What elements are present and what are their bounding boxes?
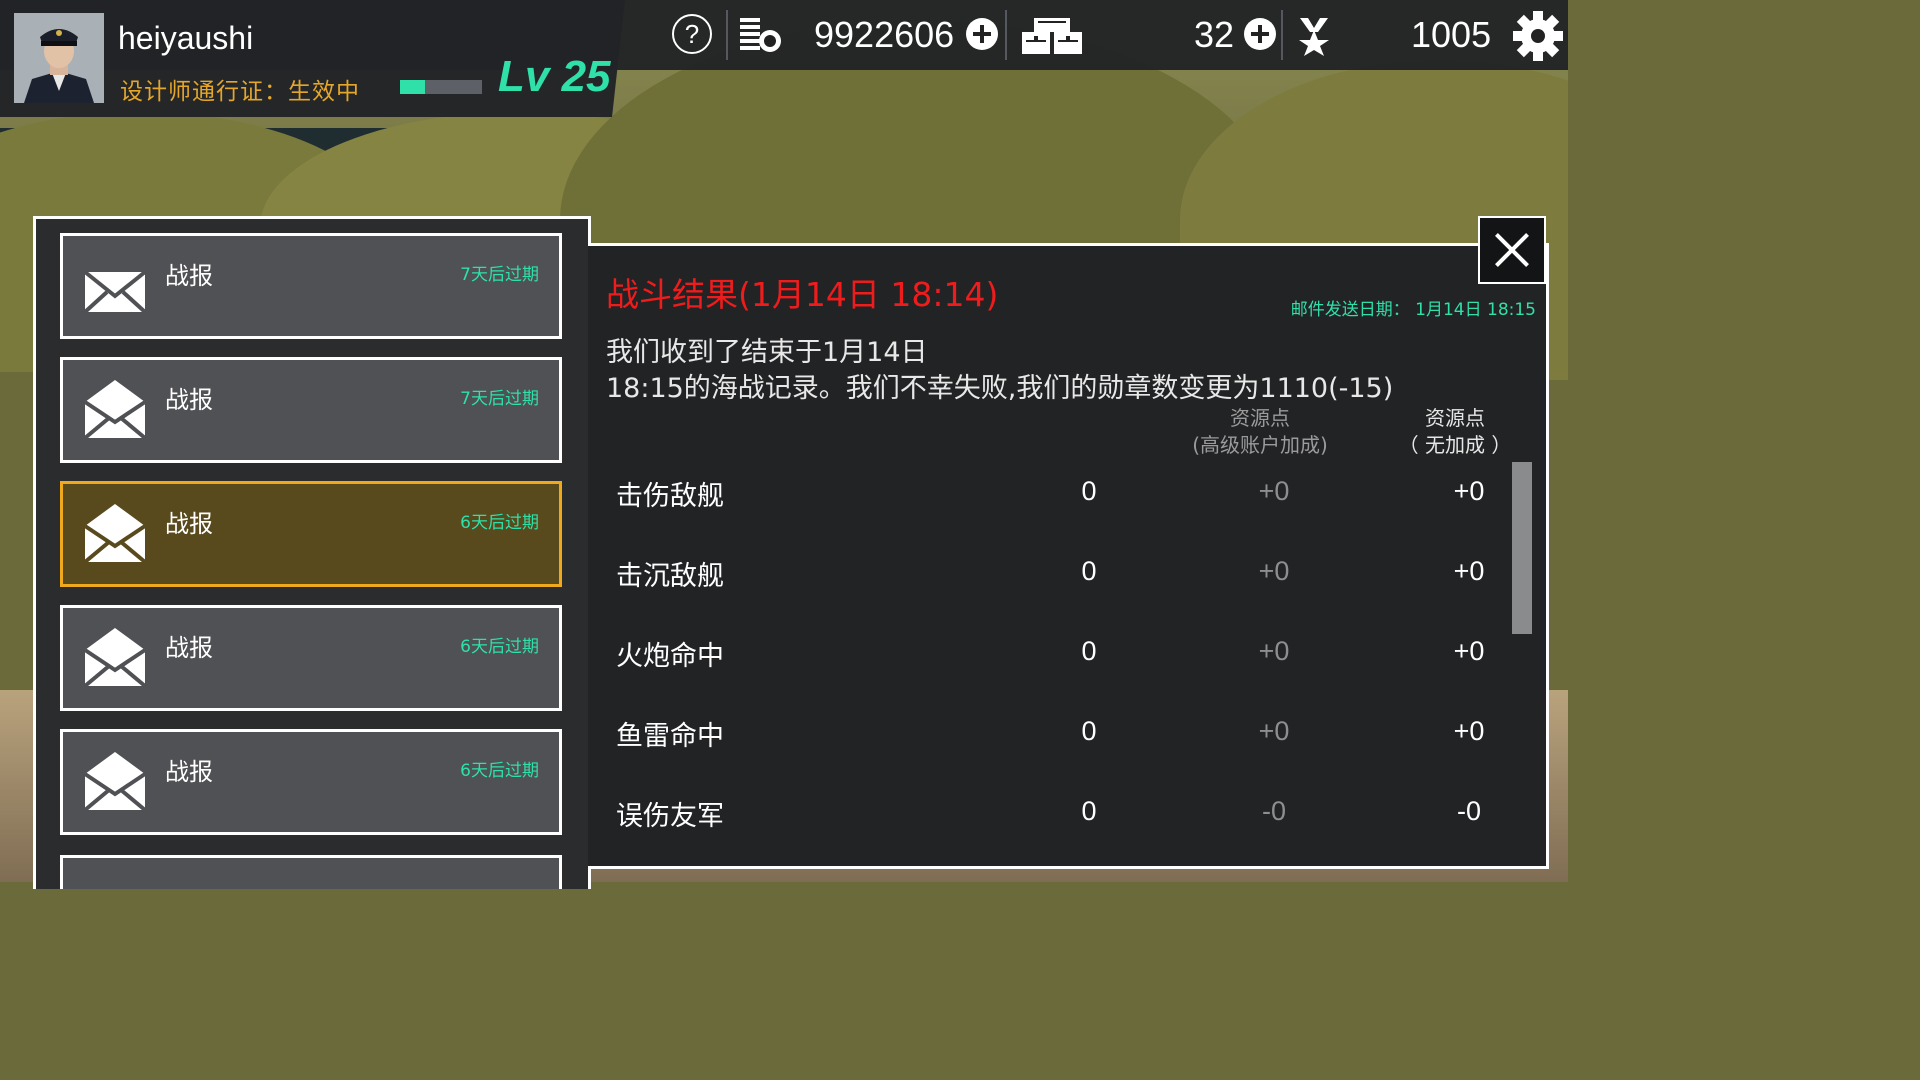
add-crate-button[interactable] — [1244, 18, 1276, 50]
envelope-open-icon — [83, 624, 147, 692]
column-header-base: 资源点 （ 无加成 ） — [1390, 405, 1520, 459]
mail-expire-time: 6天后过期 — [460, 513, 539, 533]
stat-count: 0 — [1081, 796, 1097, 826]
stat-base-points: +0 — [1453, 476, 1485, 506]
scrollbar[interactable] — [1512, 462, 1532, 858]
divider — [726, 10, 728, 60]
stat-premium-points: +0 — [1258, 636, 1290, 666]
mail-item[interactable]: 战报 6天后过期 — [60, 729, 562, 835]
stat-premium-points: +0 — [1258, 476, 1290, 506]
stat-count: 0 — [1081, 556, 1097, 586]
medal-count: 1005 — [1411, 14, 1492, 55]
envelope-open-icon — [83, 376, 147, 444]
mail-list-panel: 战报 7天后过期 战报 7天后过期 战报 6天后过期 战报 6天后过期 战报 6天后过期 — [33, 216, 591, 889]
stat-premium-points: -0 — [1261, 796, 1286, 826]
message-line-1: 我们收到了结束于1月14日 — [606, 337, 928, 368]
stat-count: 0 — [1081, 636, 1097, 666]
mail-item[interactable]: 战报 7天后过期 — [60, 357, 562, 463]
stat-row: 鱼雷命中 0 +0 +0 — [616, 714, 1496, 764]
envelope-open-icon — [83, 500, 147, 568]
stat-row: 误伤友军 0 -0 -0 — [616, 794, 1496, 844]
mail-title: 战报 — [165, 634, 213, 662]
stat-base-points: +0 — [1453, 636, 1485, 666]
mail-title: 战报 — [165, 758, 213, 786]
xp-progress-fill — [400, 80, 425, 94]
mail-item[interactable]: 战报 6天后过期 — [60, 481, 562, 587]
stat-row: 击沉敌舰 0 +0 +0 — [616, 554, 1496, 604]
stat-premium-points: +0 — [1258, 716, 1290, 746]
divider — [1281, 10, 1283, 60]
mail-item[interactable]: 战报 7天后过期 — [60, 233, 562, 339]
stat-base-points: +0 — [1453, 716, 1485, 746]
mail-expire-time: 7天后过期 — [460, 265, 539, 285]
crate-icon — [1020, 16, 1084, 60]
player-level: Lv 25 — [498, 52, 611, 101]
battle-result-title: 战斗结果(1月14日 18:14) — [606, 275, 999, 314]
mail-item-partial[interactable] — [60, 855, 562, 889]
stat-base-points: +0 — [1453, 556, 1485, 586]
gold-amount: 9922606 — [814, 14, 955, 55]
designer-pass-status[interactable]: 设计师通行证：生效中 — [120, 72, 360, 106]
mail-title: 战报 — [165, 386, 213, 414]
column-header-base-line2: （ 无加成 ） — [1398, 433, 1512, 457]
mail-title: 战报 — [165, 510, 213, 538]
envelope-closed-icon — [83, 270, 147, 318]
stat-row: 火炮命中 0 +0 +0 — [616, 634, 1496, 684]
divider — [1005, 10, 1007, 60]
help-button[interactable]: ? — [672, 14, 712, 54]
crate-count: 32 — [1194, 14, 1235, 55]
close-button[interactable] — [1478, 216, 1546, 284]
add-gold-button[interactable] — [966, 18, 998, 50]
stat-label: 击伤敌舰 — [616, 481, 724, 512]
envelope-open-icon — [83, 748, 147, 816]
coin-stack-icon — [738, 16, 784, 58]
mail-expire-time: 6天后过期 — [460, 761, 539, 781]
profile-panel: heiyaushi 设计师通行证：生效中 Lv 25 — [0, 0, 625, 117]
column-header-premium: 资源点 (高级账户加成) — [1170, 405, 1350, 459]
stat-count: 0 — [1081, 716, 1097, 746]
gear-icon[interactable] — [1512, 10, 1564, 66]
stat-label: 误伤友军 — [616, 801, 724, 832]
message-line-2: 18:15的海战记录。我们不幸失败,我们的勋章数变更为1110(-15) — [606, 373, 1394, 404]
avatar[interactable] — [14, 13, 104, 103]
mail-expire-time: 6天后过期 — [460, 637, 539, 657]
stat-base-points: -0 — [1456, 796, 1481, 826]
stat-premium-points: +0 — [1258, 556, 1290, 586]
stat-label: 击沉敌舰 — [616, 561, 724, 592]
mail-send-date: 邮件发送日期： 1月14日 18:15 — [1290, 300, 1536, 320]
username: heiyaushi — [118, 20, 254, 56]
xp-progress-bar — [400, 80, 482, 94]
stat-count: 0 — [1081, 476, 1097, 506]
scrollbar-thumb[interactable] — [1512, 462, 1532, 634]
column-header-base-line1: 资源点 — [1425, 406, 1485, 430]
mail-expire-time: 7天后过期 — [460, 389, 539, 409]
mail-item[interactable]: 战报 6天后过期 — [60, 605, 562, 711]
medal-icon — [1296, 16, 1332, 60]
stat-label: 火炮命中 — [616, 641, 724, 672]
column-header-premium-line1: 资源点 — [1230, 406, 1290, 430]
column-header-premium-line2: (高级账户加成) — [1192, 433, 1328, 457]
mail-title: 战报 — [165, 262, 213, 290]
stat-label: 鱼雷命中 — [616, 721, 724, 752]
stat-row: 击伤敌舰 0 +0 +0 — [616, 474, 1496, 524]
